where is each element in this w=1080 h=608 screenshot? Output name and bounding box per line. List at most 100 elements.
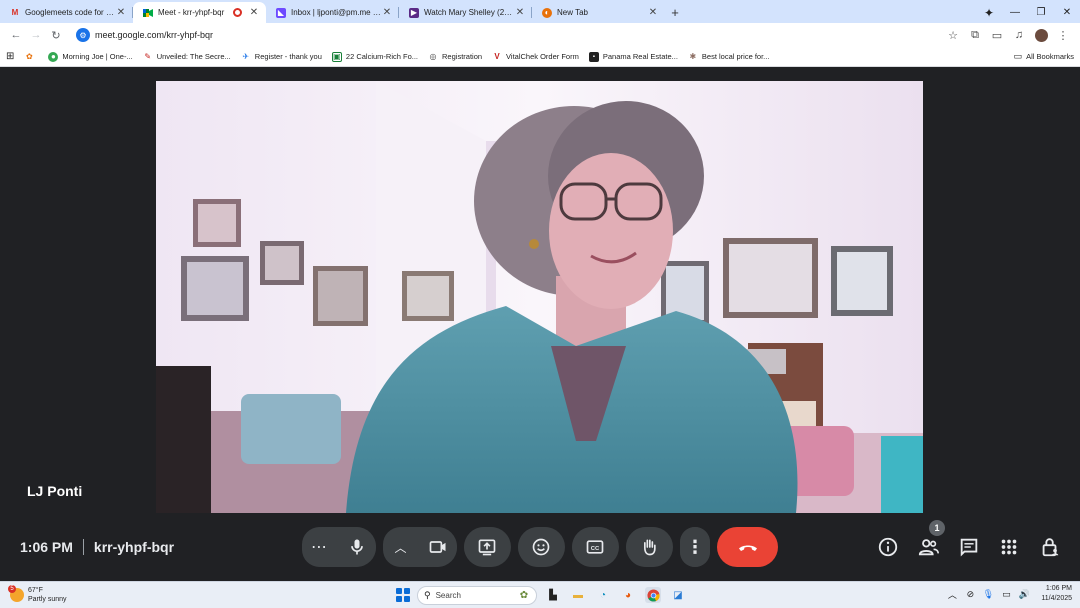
- bookmark-star-button[interactable]: ☆: [942, 25, 964, 45]
- tray-overflow-button[interactable]: ︿: [943, 584, 961, 604]
- bookmark-item[interactable]: ◎ Registration: [428, 52, 483, 62]
- tab-mary-shelley[interactable]: ▶ Watch Mary Shelley (2018) - Fr ✕: [399, 2, 532, 23]
- url-text[interactable]: meet.google.com/krr-yhpf-bqr: [95, 30, 213, 40]
- back-button[interactable]: ←: [6, 25, 26, 45]
- chat-button[interactable]: [955, 533, 983, 561]
- present-group: [464, 527, 511, 567]
- camera-button[interactable]: [418, 527, 457, 567]
- close-icon[interactable]: ✕: [381, 7, 393, 19]
- widgets-icon: ✿: [519, 589, 529, 601]
- profile-button[interactable]: [1030, 25, 1052, 45]
- new-tab-button[interactable]: +: [665, 2, 685, 23]
- tray-display-button[interactable]: ▭: [997, 584, 1015, 604]
- apps-button[interactable]: ⊞: [6, 51, 14, 62]
- puzzle-icon: ⧉: [971, 28, 979, 41]
- tray-volume-button[interactable]: 🔊: [1015, 584, 1033, 604]
- close-icon[interactable]: ✕: [248, 7, 260, 19]
- bookmark-item[interactable]: V VitalChek Order Form: [492, 52, 578, 62]
- leave-call-button[interactable]: [717, 527, 778, 567]
- meet-stage: LJ Ponti 1:06 PM krr-yhpf-bqr ⋯ ︿ CC ⋮ 1: [0, 68, 1080, 581]
- tray-network-button[interactable]: ⊘: [961, 584, 979, 604]
- minimize-button[interactable]: —: [1002, 2, 1028, 23]
- audio-control-group: ⋯: [302, 527, 376, 567]
- people-button[interactable]: [915, 533, 943, 561]
- link-icon: ▣: [331, 51, 342, 62]
- taskbar-app-firefox[interactable]: ◕: [620, 587, 636, 603]
- taskbar-app-other[interactable]: ◪: [670, 587, 686, 603]
- kebab-menu-icon: ⋮: [686, 536, 704, 557]
- close-icon[interactable]: ✕: [115, 7, 127, 19]
- tab-new-tab[interactable]: ◐ New Tab ✕: [532, 2, 665, 23]
- more-options-button[interactable]: ⋮: [680, 527, 710, 567]
- taskbar-app-edge[interactable]: ◔: [595, 587, 611, 603]
- reload-button[interactable]: ↻: [46, 25, 66, 45]
- bookmark-item[interactable]: ▪ Panama Real Estate...: [588, 51, 678, 62]
- microphone-button[interactable]: [337, 527, 376, 567]
- close-window-button[interactable]: ✕: [1054, 2, 1080, 23]
- present-icon: [478, 539, 496, 556]
- proton-icon: ◣: [276, 7, 286, 18]
- cast-icon: ▭: [991, 29, 1003, 42]
- bookmark-item[interactable]: ▣ 22 Calcium-Rich Fo...: [331, 51, 419, 62]
- gemini-button[interactable]: ✦: [976, 2, 1002, 23]
- forward-button[interactable]: →: [26, 25, 46, 45]
- folder-icon: ▬: [573, 589, 583, 601]
- bookmark-item[interactable]: ✈ Register - thank you: [241, 52, 321, 62]
- meeting-details-button[interactable]: [874, 533, 902, 561]
- sparkle-icon: ✦: [983, 5, 995, 20]
- meet-controls-bar: 1:06 PM krr-yhpf-bqr ⋯ ︿ CC ⋮ 1: [0, 520, 1080, 578]
- extensions-button[interactable]: ⧉: [964, 25, 986, 45]
- bookmark-item[interactable]: ● Morning Joe | One-...: [48, 51, 133, 62]
- present-screen-button[interactable]: [464, 527, 510, 567]
- arrow-left-icon: ←: [10, 29, 22, 41]
- star-icon: ☆: [948, 29, 958, 42]
- taskbar-app-explorer[interactable]: ▬: [570, 587, 586, 603]
- close-icon[interactable]: ✕: [514, 7, 526, 19]
- chat-icon: [960, 538, 978, 557]
- tab-proton[interactable]: ◣ Inbox | ljponti@pm.me | Proton ✕: [266, 2, 399, 23]
- audio-options-button[interactable]: ⋯: [302, 527, 338, 567]
- taskbar-app-chrome[interactable]: [645, 587, 661, 603]
- cast-button[interactable]: ▭: [986, 25, 1008, 45]
- taskbar-app-widgets[interactable]: ✿: [516, 587, 532, 603]
- captions-button[interactable]: CC: [572, 527, 618, 567]
- close-icon[interactable]: ✕: [647, 7, 659, 19]
- camera-icon: [429, 541, 446, 553]
- host-controls-button[interactable]: [1036, 533, 1064, 561]
- tab-title: New Tab: [557, 8, 588, 17]
- weather-alert-badge: 5: [8, 585, 16, 593]
- video-options-button[interactable]: ︿: [383, 527, 419, 567]
- sun-icon: 5: [8, 585, 24, 602]
- restore-button[interactable]: ❐: [1028, 2, 1054, 23]
- bookmark-label: 22 Calcium-Rich Fo...: [345, 52, 419, 61]
- link-icon: ●: [48, 51, 59, 62]
- weather-widget[interactable]: 5 67°F Partly sunny: [8, 585, 67, 604]
- participant-video-tile[interactable]: [156, 81, 923, 513]
- reactions-button[interactable]: [518, 527, 564, 567]
- activities-button[interactable]: [995, 533, 1023, 561]
- taskbar-app-taskview[interactable]: ▙: [545, 587, 561, 603]
- tray-mic-button[interactable]: 🎙: [979, 584, 997, 604]
- address-bar[interactable]: ⚙ meet.google.com/krr-yhpf-bqr: [72, 25, 934, 45]
- start-button[interactable]: [396, 588, 410, 602]
- bookmark-label: Panama Real Estate...: [602, 52, 678, 61]
- bookmark-item[interactable]: ✎ Unveiled: The Secre...: [143, 52, 230, 62]
- menu-button[interactable]: ⋮: [1052, 25, 1074, 45]
- bookmark-item[interactable]: ✱ Best local price for...: [688, 52, 770, 62]
- search-placeholder: Search: [435, 591, 461, 600]
- recording-icon: [233, 8, 242, 17]
- media-button[interactable]: ♫: [1008, 25, 1030, 45]
- all-bookmarks-label: All Bookmarks: [1026, 52, 1074, 61]
- meet-icon: [143, 8, 153, 18]
- apps-grid-icon: ⊞: [6, 51, 15, 62]
- tray-clock[interactable]: 1:06 PM 11/4/2025: [1041, 584, 1072, 604]
- clock-date: 11/4/2025: [1041, 595, 1072, 602]
- apps-grid-icon: [1001, 539, 1017, 555]
- folder-icon: ▭: [1013, 51, 1023, 61]
- all-bookmarks-button[interactable]: ▭ All Bookmarks: [1014, 51, 1074, 62]
- raise-hand-button[interactable]: [626, 527, 672, 567]
- tab-meet[interactable]: Meet - krr-yhpf-bqr ✕: [133, 2, 266, 23]
- bookmark-item[interactable]: ✿: [24, 52, 38, 62]
- site-info-icon[interactable]: ⚙: [76, 28, 90, 42]
- tab-gmail[interactable]: M Googlemeets code for Monday ✕: [0, 2, 133, 23]
